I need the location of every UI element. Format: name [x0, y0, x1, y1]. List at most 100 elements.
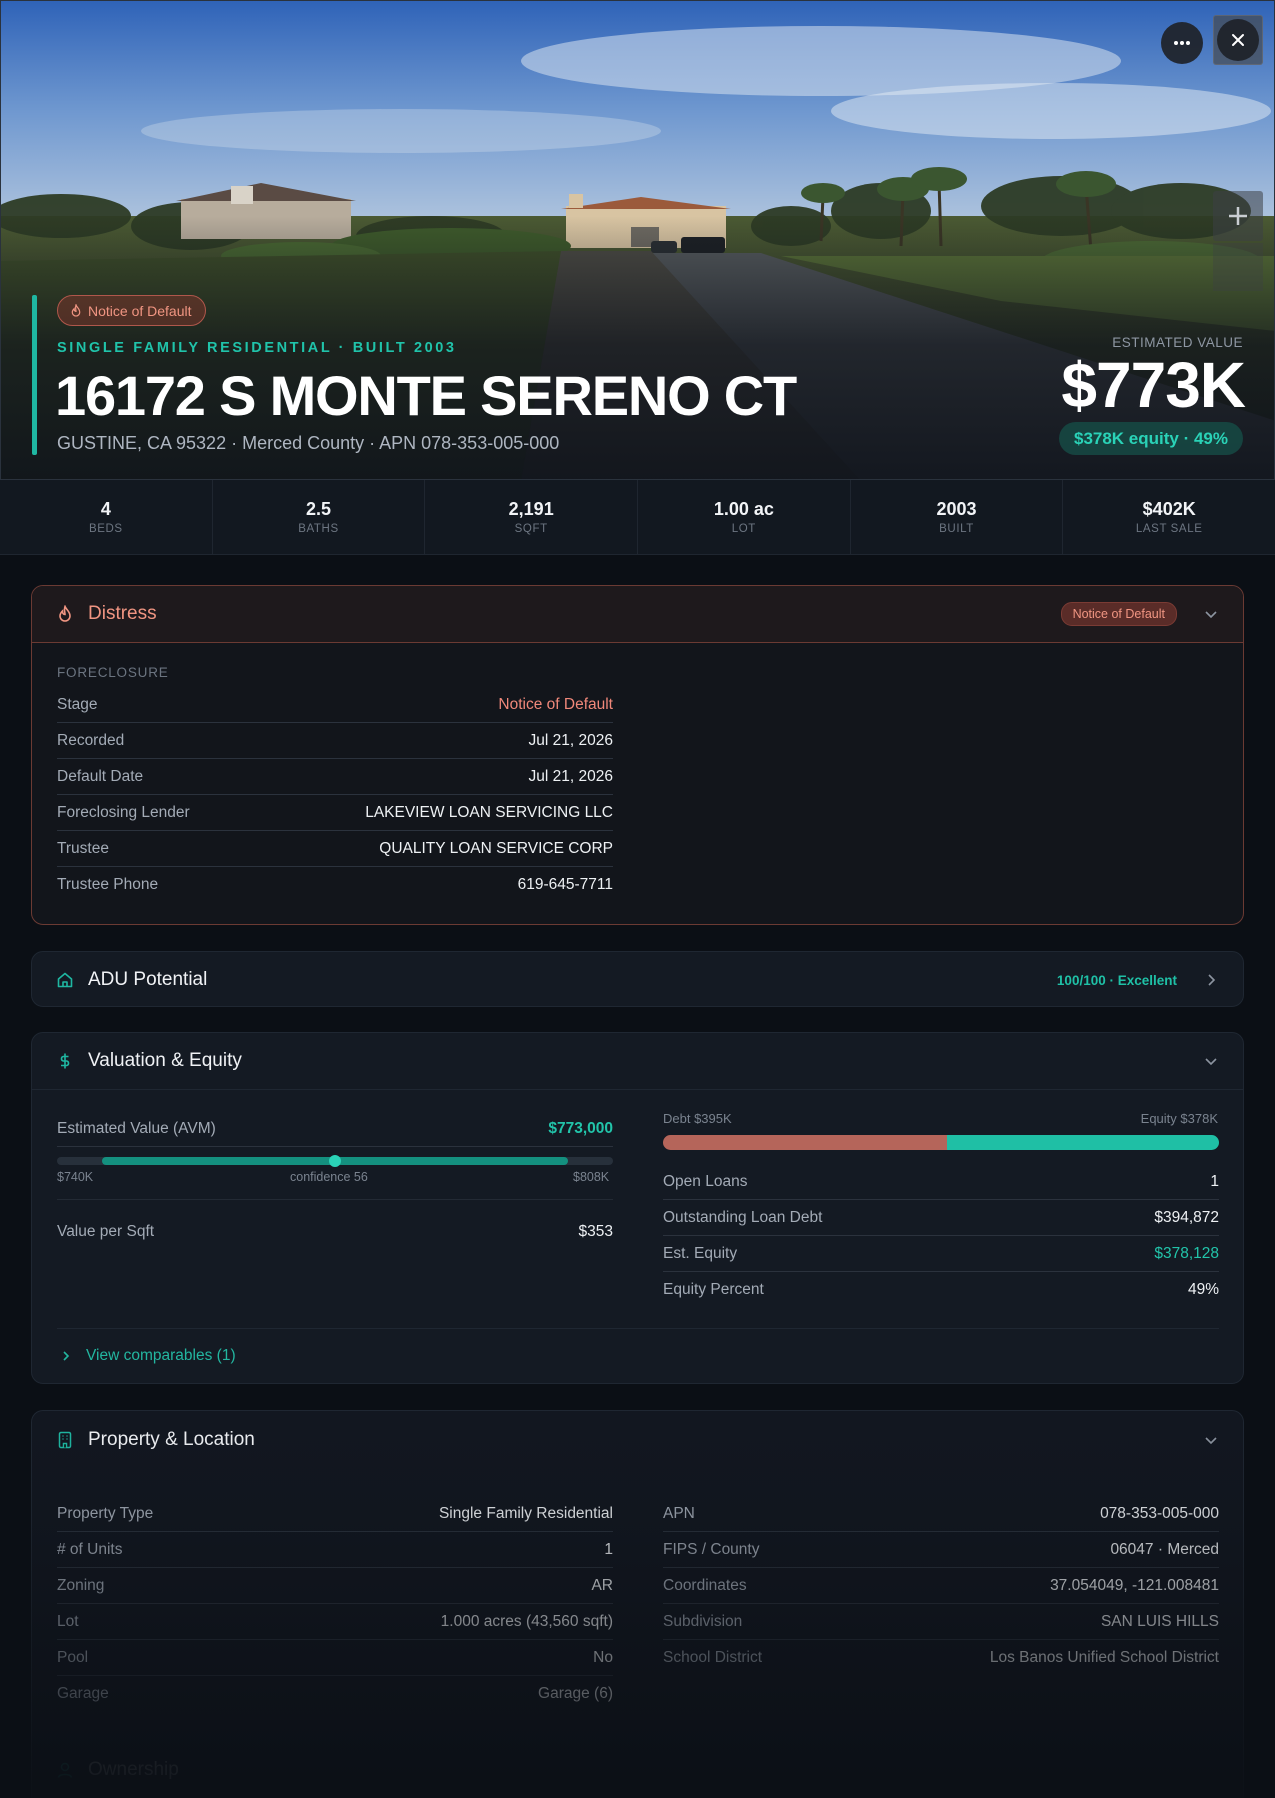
kv-row-school-district: School District Los Banos Unified School …	[663, 1640, 1219, 1676]
kv-key: School District	[663, 1649, 763, 1666]
chevron-down-icon[interactable]	[1203, 1432, 1219, 1448]
close-button-frame[interactable]	[1213, 15, 1263, 65]
kv-value: 1	[604, 1540, 613, 1558]
kv-row-pool: Pool No	[57, 1640, 613, 1676]
kv-value: QUALITY LOAN SERVICE CORP	[379, 839, 613, 857]
property-location-card: Property & Location Property Type Single …	[31, 1410, 1244, 1798]
kv-key: Coordinates	[663, 1576, 747, 1594]
range-high: $808K	[573, 1170, 610, 1184]
view-comparables-link[interactable]: View comparables (1)	[60, 1347, 236, 1365]
kv-key: Foreclosing Lender	[57, 803, 190, 821]
stat-label: LAST SALE	[1135, 523, 1203, 535]
chevron-right-icon	[63, 1351, 70, 1361]
equity-pill: $378K equity · 49%	[1058, 422, 1243, 455]
kv-row-est-equity: Est. Equity $378,128	[663, 1236, 1219, 1272]
kv-key: Trustee	[57, 839, 109, 857]
foreclosure-section-label: FORECLOSURE	[57, 665, 169, 680]
kv-row-trustee-phone: Trustee Phone 619-645-7711	[57, 867, 613, 903]
kv-value: 49%	[1187, 1281, 1219, 1298]
distress-status-badge: Notice of Default	[1060, 602, 1177, 626]
kv-row-fips: FIPS / County 06047 · Merced	[663, 1532, 1219, 1568]
notice-of-default-badge: Notice of Default	[57, 295, 206, 326]
estimated-value: $773K	[1061, 349, 1246, 421]
kv-value: Jul 21, 2026	[528, 767, 613, 785]
kv-key: # of Units	[57, 1540, 123, 1558]
avm-marker	[329, 1155, 341, 1167]
equity-label: Equity $378K	[1140, 1111, 1218, 1126]
kv-value: Garage (6)	[538, 1685, 613, 1702]
close-button[interactable]	[1217, 19, 1259, 61]
kv-key: Lot	[57, 1612, 79, 1630]
close-icon	[1232, 34, 1244, 46]
kv-value: Los Banos Unified School District	[989, 1649, 1219, 1666]
stat-beds: 4 BEDS	[0, 480, 213, 554]
stat-label: LOT	[731, 523, 756, 535]
kv-value: No	[593, 1648, 613, 1666]
divider	[57, 1328, 1219, 1329]
chevron-down-icon[interactable]	[1203, 1053, 1219, 1069]
property-header[interactable]: Property & Location	[32, 1411, 1243, 1469]
badge-label: Notice of Default	[88, 302, 192, 319]
kv-row-stage: Stage Notice of Default	[57, 687, 613, 723]
ownership-header[interactable]: Ownership	[56, 1759, 179, 1781]
kv-key: Subdivision	[663, 1612, 743, 1630]
stat-baths: 2.5 BATHS	[213, 480, 426, 554]
property-type-eyebrow: SINGLE FAMILY RESIDENTIAL · BUILT 2003	[57, 340, 457, 356]
kv-row-lender: Foreclosing Lender LAKEVIEW LOAN SERVICIN…	[57, 795, 613, 831]
kv-key: Estimated Value (AVM)	[57, 1119, 216, 1137]
zoom-in-button[interactable]	[1213, 191, 1263, 241]
stat-value: $402K	[1142, 499, 1196, 519]
range-low: $740K	[57, 1170, 94, 1184]
kv-value: 1.000 acres (43,560 sqft)	[440, 1612, 613, 1630]
stat-value: 2003	[936, 499, 977, 519]
kv-row-avm: Estimated Value (AVM) $773,000	[57, 1111, 613, 1147]
kv-key: Open Loans	[663, 1172, 748, 1190]
chevron-right-icon[interactable]	[1203, 972, 1219, 988]
valuation-title: Valuation & Equity	[88, 1050, 242, 1071]
kv-value: $353	[578, 1223, 613, 1240]
stat-value: 1.00 ac	[713, 499, 774, 519]
ownership-title: Ownership	[88, 1759, 179, 1780]
equity-segment	[946, 1135, 1219, 1150]
stat-last-sale: $402K LAST SALE	[1063, 480, 1275, 554]
kv-value: $394,872	[1154, 1208, 1219, 1226]
chevron-down-icon[interactable]	[1203, 606, 1219, 622]
building-icon	[56, 1431, 74, 1449]
debt-equity-bar	[663, 1135, 1219, 1150]
kv-key: Value per Sqft	[57, 1223, 155, 1240]
kv-key: Stage	[57, 695, 98, 713]
kv-value: SAN LUIS HILLS	[1100, 1612, 1219, 1630]
kv-row-lot: Lot 1.000 acres (43,560 sqft)	[57, 1604, 613, 1640]
kv-value: $773,000	[548, 1119, 613, 1137]
adu-header[interactable]: ADU Potential 100/100 · Excellent	[32, 952, 1243, 1006]
kv-value: $378,128	[1154, 1244, 1219, 1262]
plus-icon	[1229, 207, 1247, 225]
distress-header[interactable]: Distress Notice of Default	[32, 586, 1243, 643]
kv-row-per-sqft: Value per Sqft $353	[57, 1214, 613, 1250]
home-icon	[56, 971, 74, 989]
kv-key: Recorded	[57, 731, 125, 749]
stat-value: 4	[100, 499, 111, 519]
stat-value: 2.5	[305, 499, 332, 519]
stat-label: BATHS	[298, 523, 339, 535]
kv-value: Single Family Residential	[438, 1504, 613, 1522]
kv-value: Notice of Default	[498, 695, 613, 713]
adu-potential-card[interactable]: ADU Potential 100/100 · Excellent	[31, 951, 1244, 1007]
kv-row-property-type: Property Type Single Family Residential	[57, 1496, 613, 1532]
kv-row-subdivision: Subdivision SAN LUIS HILLS	[663, 1604, 1219, 1640]
divider	[57, 1199, 613, 1200]
stat-label: BEDS	[88, 523, 123, 535]
kv-row-default-date: Default Date Jul 21, 2026	[57, 759, 613, 795]
flame-icon	[71, 304, 81, 317]
adu-title: ADU Potential	[88, 969, 208, 990]
adu-score: 100/100 · Excellent	[1056, 972, 1177, 988]
view-comparables-label: View comparables (1)	[86, 1347, 236, 1364]
kv-key: Outstanding Loan Debt	[663, 1208, 823, 1226]
valuation-header[interactable]: Valuation & Equity	[32, 1033, 1243, 1090]
kv-key: Default Date	[57, 767, 144, 785]
more-options-button[interactable]	[1161, 22, 1203, 64]
kv-key: Zoning	[57, 1576, 105, 1594]
kv-key: APN	[663, 1504, 695, 1522]
zoom-out-button[interactable]	[1213, 243, 1263, 291]
kv-row-open-loans: Open Loans 1	[663, 1164, 1219, 1200]
